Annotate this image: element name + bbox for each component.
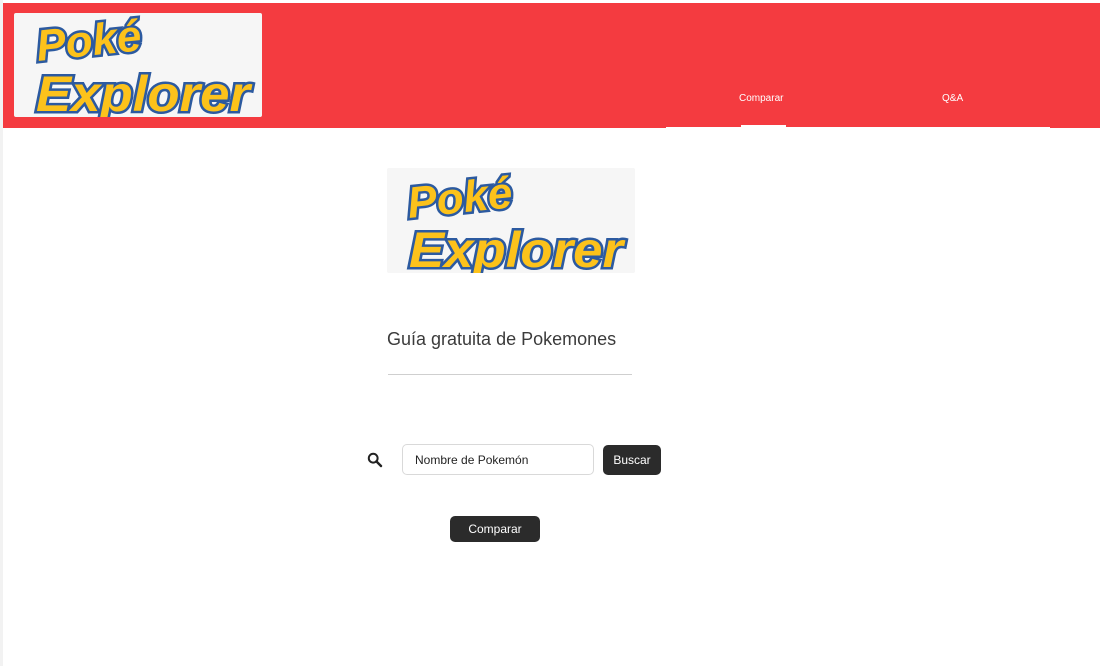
header-bar: Poké Explorer Comparar Q&A <box>3 3 1100 128</box>
active-tab-indicator <box>741 125 786 128</box>
compare-button[interactable]: Comparar <box>450 516 540 542</box>
tab-qa[interactable]: Q&A <box>942 93 963 104</box>
divider <box>388 374 632 375</box>
hero-logo-line1: Poké <box>405 168 515 228</box>
header-logo[interactable]: Poké Explorer <box>14 13 262 117</box>
logo-line1: Poké <box>34 13 144 71</box>
tab-comparar[interactable]: Comparar <box>739 93 783 104</box>
nav-underline <box>666 127 1050 128</box>
page: Poké Explorer Comparar Q&A Poké Explorer… <box>0 0 1101 666</box>
search-button[interactable]: Buscar <box>603 445 661 475</box>
poke-explorer-logo: Poké Explorer <box>31 13 255 117</box>
hero-logo: Poké Explorer <box>387 168 635 273</box>
page-subtitle: Guía gratuita de Pokemones <box>387 329 617 349</box>
hero-logo-line2: Explorer <box>409 222 626 273</box>
poke-explorer-hero-logo: Poké Explorer <box>402 168 628 273</box>
pokemon-search-input[interactable] <box>402 444 594 475</box>
logo-line2: Explorer <box>36 66 253 117</box>
top-nav: Comparar Q&A <box>666 3 1088 128</box>
search-icon[interactable] <box>367 452 383 468</box>
